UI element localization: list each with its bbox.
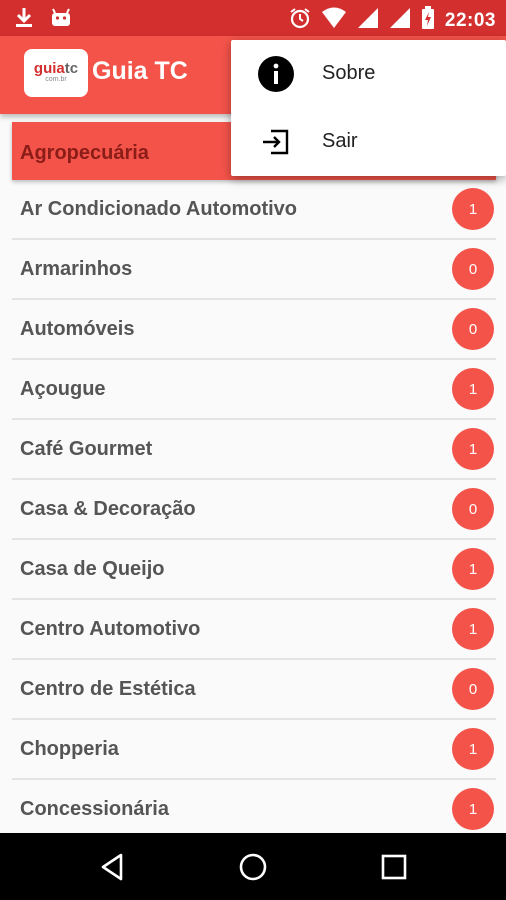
status-bar: 22:03 — [0, 0, 506, 36]
category-label: Centro de Estética — [20, 678, 196, 700]
category-list: Agropecuária Ar Condicionado Automotivo 1 A… — [0, 122, 506, 840]
logo-text-sub: com.br — [45, 76, 67, 83]
category-label: Ar Condicionado Automotivo — [20, 198, 298, 220]
category-row[interactable]: Concessionária 1 — [12, 780, 496, 840]
count-badge: 1 — [452, 728, 494, 770]
category-label: Automóveis — [20, 318, 135, 340]
back-icon[interactable] — [97, 851, 129, 883]
recents-icon[interactable] — [378, 851, 410, 883]
count-badge: 0 — [452, 248, 494, 290]
count-badge: 1 — [452, 788, 494, 830]
category-row[interactable]: Ar Condicionado Automotivo 1 — [12, 180, 496, 240]
info-icon — [257, 55, 295, 93]
logo-text-main: guia — [33, 60, 65, 77]
overflow-menu: Sobre Sair — [231, 40, 506, 176]
count-badge: 1 — [452, 188, 494, 230]
menu-item-sair[interactable]: Sair — [231, 108, 506, 176]
category-label: Casa de Queijo — [20, 558, 165, 580]
category-row[interactable]: Açougue 1 — [12, 360, 496, 420]
signal-icon — [389, 7, 411, 34]
exit-icon — [257, 123, 295, 161]
count-badge: 1 — [452, 368, 494, 410]
home-icon[interactable] — [237, 851, 269, 883]
count-badge: 1 — [452, 608, 494, 650]
category-row[interactable]: Café Gourmet 1 — [12, 420, 496, 480]
battery-icon — [421, 6, 435, 35]
category-row[interactable]: Casa & Decoração 0 — [12, 480, 496, 540]
category-label: Açougue — [20, 378, 106, 400]
category-row[interactable]: Centro Automotivo 1 — [12, 600, 496, 660]
alarm-icon — [289, 7, 311, 34]
category-row[interactable]: Chopperia 1 — [12, 720, 496, 780]
count-badge: 0 — [452, 488, 494, 530]
category-label: Armarinhos — [20, 258, 133, 280]
navigation-bar — [0, 833, 506, 900]
android-icon — [50, 7, 72, 32]
count-badge: 1 — [452, 428, 494, 470]
app-logo: guiatc com.br — [24, 49, 88, 97]
menu-item-sobre[interactable]: Sobre — [231, 40, 506, 108]
clock-time: 22:03 — [444, 9, 496, 31]
category-row[interactable]: Armarinhos 0 — [12, 240, 496, 300]
logo-text-accent: tc — [64, 60, 79, 77]
wifi-icon — [321, 7, 347, 34]
category-label: Centro Automotivo — [20, 618, 201, 640]
category-row[interactable]: Centro de Estética 0 — [12, 660, 496, 720]
app-title: Guia TC — [92, 57, 188, 85]
category-label: Chopperia — [20, 738, 119, 760]
category-label: Casa & Decoração — [20, 498, 196, 520]
menu-item-label: Sair — [322, 130, 358, 152]
menu-item-label: Sobre — [322, 62, 376, 84]
download-icon — [14, 6, 34, 33]
category-label: Concessionária — [20, 798, 169, 820]
category-label: Agropecuária — [20, 142, 149, 164]
count-badge: 1 — [452, 548, 494, 590]
count-badge: 0 — [452, 668, 494, 710]
category-row[interactable]: Casa de Queijo 1 — [12, 540, 496, 600]
category-row[interactable]: Automóveis 0 — [12, 300, 496, 360]
count-badge: 0 — [452, 308, 494, 350]
category-label: Café Gourmet — [20, 438, 153, 460]
signal-icon — [357, 7, 379, 34]
